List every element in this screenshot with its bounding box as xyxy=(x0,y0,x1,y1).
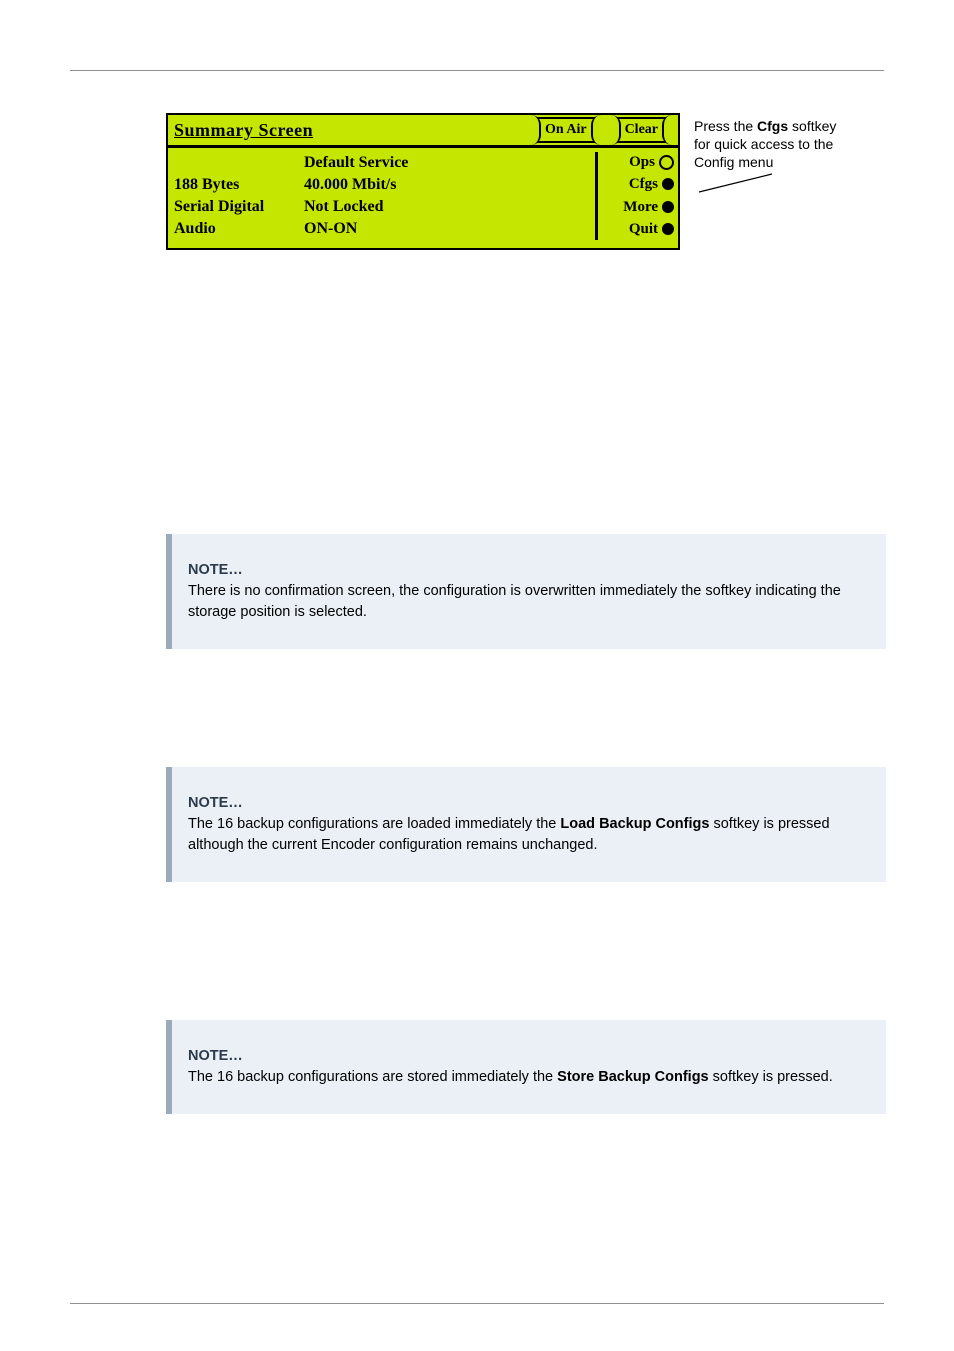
lcd-body: 188 Bytes Serial Digital Audio Default S… xyxy=(168,148,678,248)
callout-line3: Config menu xyxy=(694,153,874,171)
figure-row: Summary Screen On Air Clear 188 Bytes Se… xyxy=(166,113,884,250)
note-text: The 16 backup configurations are stored … xyxy=(188,1067,833,1088)
lcd-screen: Summary Screen On Air Clear 188 Bytes Se… xyxy=(166,113,680,250)
top-margin xyxy=(0,0,954,70)
chip-clear[interactable]: Clear xyxy=(611,117,672,143)
softkey-cfgs[interactable]: Cfgs xyxy=(629,174,674,194)
note-box-2: NOTE… The 16 backup configurations are l… xyxy=(166,767,886,882)
page: Summary Screen On Air Clear 188 Bytes Se… xyxy=(0,0,954,1351)
lcd-mid-1: 40.000 Mbit/s xyxy=(304,174,595,196)
note-label: NOTE… xyxy=(188,560,864,581)
bottom-rule xyxy=(70,1303,884,1304)
circle-open-icon xyxy=(659,155,674,170)
softkey-name-store: Store Backup Configs xyxy=(557,1069,708,1085)
lcd-mid-column: Default Service 40.000 Mbit/s Not Locked… xyxy=(304,152,595,240)
lcd-left-2: Serial Digital xyxy=(174,196,304,218)
softkey-quit[interactable]: Quit xyxy=(629,219,674,239)
lcd-softkeys: Ops Cfgs More Quit xyxy=(595,152,674,240)
note-box-3: NOTE… The 16 backup configurations are s… xyxy=(166,1020,886,1114)
lcd-left-1: 188 Bytes xyxy=(174,174,304,196)
note-body: NOTE… The 16 backup configurations are s… xyxy=(172,1020,855,1114)
lcd-mid-3: ON-ON xyxy=(304,218,595,240)
chip-on-air[interactable]: On Air xyxy=(531,117,601,143)
circle-filled-icon xyxy=(662,201,674,213)
softkey-name-load: Load Backup Configs xyxy=(560,816,709,832)
softkey-ops[interactable]: Ops xyxy=(629,152,674,172)
content-area: Summary Screen On Air Clear 188 Bytes Se… xyxy=(0,71,954,1114)
note-body: NOTE… There is no confirmation screen, t… xyxy=(172,534,886,649)
callout-line2: for quick access to the xyxy=(694,135,874,153)
callout-line1: Press the Cfgs softkey xyxy=(694,117,874,135)
note-label: NOTE… xyxy=(188,1046,833,1067)
circle-filled-icon xyxy=(662,223,674,235)
softkey-more-label: More xyxy=(623,197,658,217)
softkey-ops-label: Ops xyxy=(629,152,655,172)
lcd-mid-2: Not Locked xyxy=(304,196,595,218)
callout-cfgs-bold: Cfgs xyxy=(757,118,788,134)
callout-text: Press the Cfgs softkey for quick access … xyxy=(694,113,874,200)
softkey-quit-label: Quit xyxy=(629,219,658,239)
note-label: NOTE… xyxy=(188,793,864,814)
lcd-service-header: Default Service xyxy=(304,152,595,174)
chip-on-air-label: On Air xyxy=(545,121,587,140)
lcd-header: Summary Screen On Air Clear xyxy=(168,115,678,148)
chip-clear-label: Clear xyxy=(625,121,658,140)
note-text: There is no confirmation screen, the con… xyxy=(188,581,864,623)
note-text: The 16 backup configurations are loaded … xyxy=(188,814,864,856)
callout-arrow-icon xyxy=(694,170,784,200)
circle-filled-icon xyxy=(662,178,674,190)
lcd-title: Summary Screen xyxy=(174,118,313,142)
softkey-more[interactable]: More xyxy=(623,197,674,217)
note-body: NOTE… The 16 backup configurations are l… xyxy=(172,767,886,882)
softkey-cfgs-label: Cfgs xyxy=(629,174,658,194)
lcd-left-column: 188 Bytes Serial Digital Audio xyxy=(172,152,304,240)
note-box-1: NOTE… There is no confirmation screen, t… xyxy=(166,534,886,649)
lcd-left-3: Audio xyxy=(174,218,304,240)
